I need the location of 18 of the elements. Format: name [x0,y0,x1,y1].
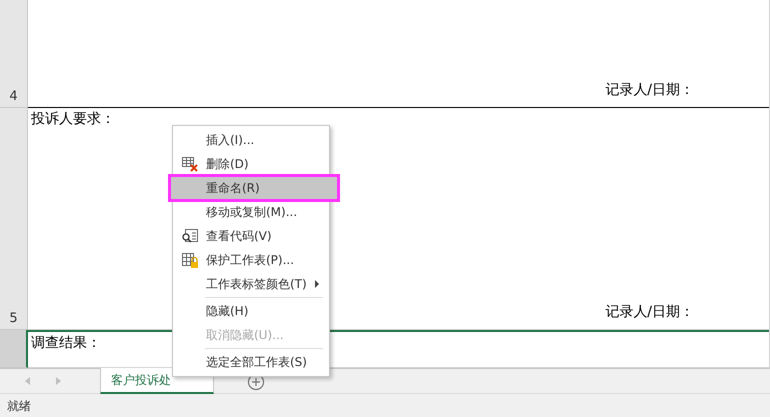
row-number: 5 [9,311,18,328]
menu-item[interactable]: 保护工作表(P)... [174,248,328,272]
row-number: 4 [9,89,18,106]
menu-item[interactable]: 工作表标签颜色(T) [174,272,328,296]
table-cell[interactable]: 记录人/日期： [28,0,769,108]
cell-text: 投诉人要求： [31,110,115,128]
row-header[interactable]: 5 [0,108,28,330]
menu-item[interactable]: 隐藏(H) [174,299,328,323]
cell-text: 调查结果： [31,334,101,352]
menu-item[interactable]: 插入(I)... [174,128,328,152]
menu-item[interactable]: 查看代码(V) [174,224,328,248]
row-header[interactable]: 4 [0,0,28,108]
menu-item[interactable]: 删除(D) [174,152,328,176]
menu-item[interactable]: 移动或复制(M)... [174,200,328,224]
cell-text: 记录人/日期： [605,303,694,321]
menu-item[interactable]: 重命名(R) [170,176,338,200]
status-text: 就绪 [7,399,31,413]
cell-text: 记录人/日期： [605,81,694,99]
